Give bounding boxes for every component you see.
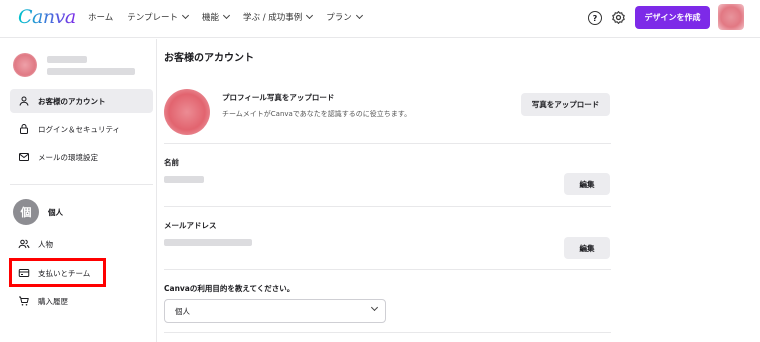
- divider: [10, 184, 153, 185]
- account-sidebar: お客様のアカウント ログイン＆セキュリティ メールの環境設定 個 個人 人物 支…: [0, 39, 157, 342]
- account-icon: [18, 95, 30, 107]
- chevron-down-icon: [181, 11, 190, 20]
- mail-icon: [18, 151, 30, 163]
- chevron-down-icon: [222, 11, 231, 20]
- sidebar-item-security[interactable]: ログイン＆セキュリティ: [10, 117, 153, 141]
- create-design-button[interactable]: デザインを作成: [635, 6, 710, 29]
- help-icon[interactable]: ?: [588, 11, 602, 25]
- divider: [164, 269, 611, 270]
- avatar[interactable]: [718, 4, 744, 30]
- divider: [164, 206, 611, 207]
- lock-icon: [18, 123, 30, 135]
- user-email-redacted: [47, 68, 135, 75]
- email-value-redacted: [164, 239, 252, 246]
- chevron-down-icon: [355, 11, 363, 20]
- name-label: 名前: [164, 158, 179, 167]
- photo-upload-heading: プロフィール写真をアップロード: [222, 93, 335, 102]
- cart-icon: [18, 295, 30, 307]
- chevron-down-icon: [370, 303, 379, 312]
- page-title: お客様のアカウント: [164, 53, 254, 64]
- sidebar-item-purchase-history[interactable]: 購入履歴: [10, 289, 153, 313]
- user-avatar: [13, 53, 37, 77]
- nav-home[interactable]: ホーム: [88, 11, 113, 23]
- divider: [164, 332, 611, 333]
- sidebar-item-label: 購入履歴: [38, 296, 68, 306]
- nav-pricing-label: プラン: [326, 13, 352, 23]
- nav-pricing[interactable]: プラン: [326, 11, 363, 23]
- profile-photo[interactable]: [164, 89, 210, 135]
- purpose-select-value: 個人: [175, 306, 190, 316]
- nav-learn-label: 学ぶ / 成功事例: [243, 13, 303, 23]
- nav-features-label: 機能: [202, 13, 220, 23]
- sidebar-item-label: ログイン＆セキュリティ: [38, 124, 121, 134]
- email-label: メールアドレス: [164, 221, 217, 230]
- people-icon: [18, 238, 30, 250]
- purpose-label: Canvaの利用目的を教えてください。: [164, 284, 295, 293]
- name-value-redacted: [164, 176, 204, 183]
- main-nav: ホーム テンプレート 機能 学ぶ / 成功事例 プラン: [88, 11, 363, 23]
- edit-email-button[interactable]: 編集: [564, 237, 610, 259]
- photo-upload-description: チームメイトがCanvaであなたを認識するのに役立ちます。: [222, 110, 412, 118]
- sidebar-item-label: メールの環境設定: [38, 152, 98, 162]
- divider: [164, 143, 611, 144]
- nav-templates-label: テンプレート: [127, 13, 178, 23]
- gear-icon[interactable]: [611, 10, 626, 25]
- nav-templates[interactable]: テンプレート: [127, 11, 190, 23]
- nav-learn[interactable]: 学ぶ / 成功事例: [243, 11, 314, 23]
- canva-logo[interactable]: Canva: [18, 6, 76, 28]
- sidebar-item-label: 人物: [38, 239, 53, 249]
- team-avatar[interactable]: 個: [13, 199, 39, 225]
- highlight-box: [9, 258, 106, 287]
- nav-features[interactable]: 機能: [202, 11, 231, 23]
- sidebar-item-label: お客様のアカウント: [38, 96, 106, 106]
- purpose-select[interactable]: 個人: [164, 299, 386, 323]
- sidebar-item-account[interactable]: お客様のアカウント: [10, 89, 153, 113]
- team-name: 個人: [48, 208, 63, 217]
- edit-name-button[interactable]: 編集: [564, 173, 610, 195]
- sidebar-item-email-preferences[interactable]: メールの環境設定: [10, 145, 153, 169]
- nav-home-label: ホーム: [88, 13, 114, 23]
- user-name-redacted: [47, 56, 87, 63]
- upload-photo-button[interactable]: 写真をアップロード: [521, 93, 610, 116]
- chevron-down-icon: [306, 11, 314, 20]
- top-navigation-bar: Canva ホーム テンプレート 機能 学ぶ / 成功事例 プラン ? デザイン…: [0, 0, 760, 38]
- sidebar-item-people[interactable]: 人物: [10, 232, 153, 256]
